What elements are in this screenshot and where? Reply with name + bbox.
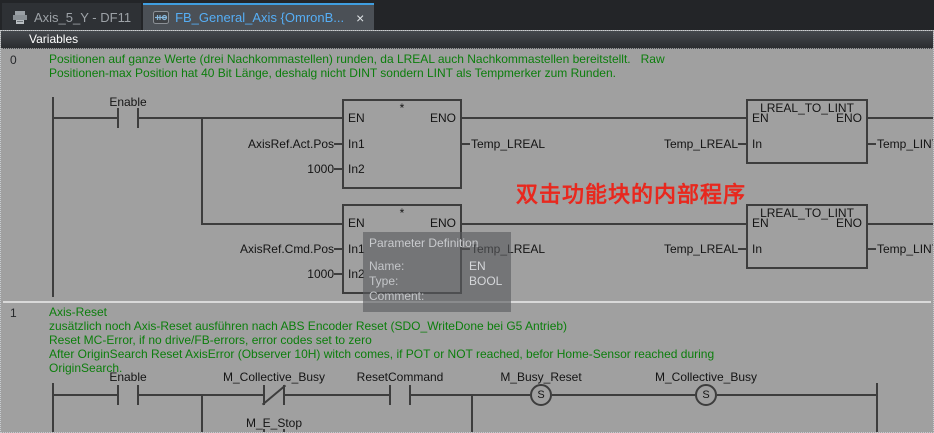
wire xyxy=(52,394,117,396)
contact-label: Enable xyxy=(109,371,146,384)
pin-wire xyxy=(738,248,746,250)
pin-in: In xyxy=(752,243,762,256)
pin-en: EN xyxy=(348,112,365,125)
operand-axisref-act-pos[interactable]: AxisRef.Act.Pos xyxy=(174,137,334,151)
coil-label: M_Collective_Busy xyxy=(655,371,757,384)
contact-label: ResetCommand xyxy=(357,371,444,384)
pin-wire xyxy=(738,143,746,145)
pin-en: EN xyxy=(752,112,769,125)
tab-label: Axis_5_Y - DF11 xyxy=(34,10,131,25)
contact-bar xyxy=(409,385,411,405)
contact-e-stop[interactable]: M_E_Stop xyxy=(263,417,285,432)
tab-axis-5-y[interactable]: Axis_5_Y - DF11 xyxy=(2,3,141,30)
left-power-rail xyxy=(52,97,54,297)
ladder-editor: Variables 0 Positionen auf ganze Werte (… xyxy=(0,30,934,433)
tooltip-title: Parameter Definition xyxy=(369,236,478,250)
contact-collective-busy-nc[interactable]: M_Collective_Busy xyxy=(263,371,285,405)
close-icon[interactable]: × xyxy=(356,11,364,25)
tooltip-name-value: EN xyxy=(469,259,486,273)
pin-wire xyxy=(334,168,342,170)
operand-temp-lreal[interactable]: Temp_LREAL xyxy=(471,137,545,151)
operand-axisref-cmd-pos[interactable]: AxisRef.Cmd.Pos xyxy=(174,242,334,256)
rung-number: 1 xyxy=(10,306,17,320)
pin-in: In xyxy=(752,138,762,151)
contact-reset-command[interactable]: ResetCommand xyxy=(389,371,411,405)
pin-wire xyxy=(868,248,876,250)
pin-in2: In2 xyxy=(348,163,365,176)
left-power-rail xyxy=(52,383,54,432)
lreal-to-lint-block-1[interactable]: LREAL_TO_LINT EN ENO In xyxy=(746,99,868,164)
ladder-canvas[interactable]: 0 Positionen auf ganze Werte (drei Nachk… xyxy=(1,49,933,432)
coil-label: M_Busy_Reset xyxy=(500,371,581,384)
operand-1000[interactable]: 1000 xyxy=(174,162,334,176)
pin-in1: In1 xyxy=(348,138,365,151)
pin-eno: ENO xyxy=(836,217,862,230)
set-coil-symbol: S xyxy=(530,384,552,406)
tab-fb-general-axis[interactable]: FB_General_Axis {OmronB... × xyxy=(143,3,374,30)
rung0-comment[interactable]: Positionen auf ganze Werte (drei Nachkom… xyxy=(49,52,665,80)
wire xyxy=(868,223,933,225)
coil-collective-busy[interactable]: M_Collective_Busy S xyxy=(695,371,717,407)
branch-wire xyxy=(471,394,473,432)
coil-busy-reset[interactable]: M_Busy_Reset S xyxy=(530,371,552,407)
contact-bar xyxy=(117,385,119,405)
pin-en: EN xyxy=(348,217,365,230)
tab-bar: Axis_5_Y - DF11 FB_General_Axis {OmronB.… xyxy=(0,0,934,30)
pin-eno: ENO xyxy=(836,112,862,125)
pin-wire xyxy=(868,143,876,145)
parameter-definition-tooltip: Parameter Definition Name: EN Type: BOOL… xyxy=(363,232,511,312)
tooltip-name-label: Name: xyxy=(369,259,404,273)
wire xyxy=(462,117,746,119)
contact-label: Enable xyxy=(109,96,146,109)
pin-en: EN xyxy=(752,217,769,230)
lreal-to-lint-block-2[interactable]: LREAL_TO_LINT EN ENO In xyxy=(746,204,868,269)
tooltip-comment-label: Comment: xyxy=(369,289,424,303)
wire xyxy=(139,117,342,119)
contact-bar xyxy=(137,108,139,128)
pin-wire xyxy=(334,143,342,145)
wire xyxy=(52,117,117,119)
variables-section-header[interactable]: Variables xyxy=(1,31,933,49)
contact-bar xyxy=(117,108,119,128)
rung-number: 0 xyxy=(10,53,17,67)
pin-wire xyxy=(334,248,342,250)
program-icon xyxy=(12,11,28,24)
operand-temp-lreal[interactable]: Temp_LREAL xyxy=(578,137,738,151)
wire xyxy=(201,223,342,225)
contact-bar xyxy=(137,385,139,405)
rung1-comment[interactable]: Axis-Reset zusätzlich noch Axis-Reset au… xyxy=(49,305,714,375)
tooltip-type-label: Type: xyxy=(369,274,398,288)
pin-wire xyxy=(462,143,470,145)
contact-label: M_Collective_Busy xyxy=(223,371,325,384)
multiply-block-1[interactable]: * EN ENO In1 In2 xyxy=(342,99,462,189)
wire xyxy=(868,117,933,119)
wire xyxy=(552,394,695,396)
ladder-program-icon xyxy=(153,11,169,24)
wire xyxy=(462,223,746,225)
annotation-text[interactable]: 双击功能块的内部程序 xyxy=(516,177,746,209)
operand-1000[interactable]: 1000 xyxy=(174,267,334,281)
sysmac-ladder-editor-window: { "window": { "tabs": [ { "label": "Axis… xyxy=(0,0,934,432)
contact-enable[interactable]: Enable xyxy=(117,96,139,128)
operand-temp-lint[interactable]: Temp_LINT xyxy=(877,137,933,151)
contact-bar xyxy=(389,385,391,405)
pin-wire xyxy=(334,273,342,275)
pin-eno: ENO xyxy=(430,112,456,125)
operand-temp-lint[interactable]: Temp_LINT xyxy=(877,242,933,256)
wire xyxy=(717,394,876,396)
operand-temp-lreal[interactable]: Temp_LREAL xyxy=(578,242,738,256)
right-power-rail xyxy=(876,383,878,432)
branch-wire xyxy=(201,394,203,432)
contact-label: M_E_Stop xyxy=(246,417,302,430)
contact-enable[interactable]: Enable xyxy=(117,371,139,405)
wire xyxy=(285,394,389,396)
tab-label: FB_General_Axis {OmronB... xyxy=(175,10,344,25)
pin-eno: ENO xyxy=(430,217,456,230)
variables-label: Variables xyxy=(29,32,78,46)
set-coil-symbol: S xyxy=(695,384,717,406)
tooltip-type-value: BOOL xyxy=(469,274,502,288)
